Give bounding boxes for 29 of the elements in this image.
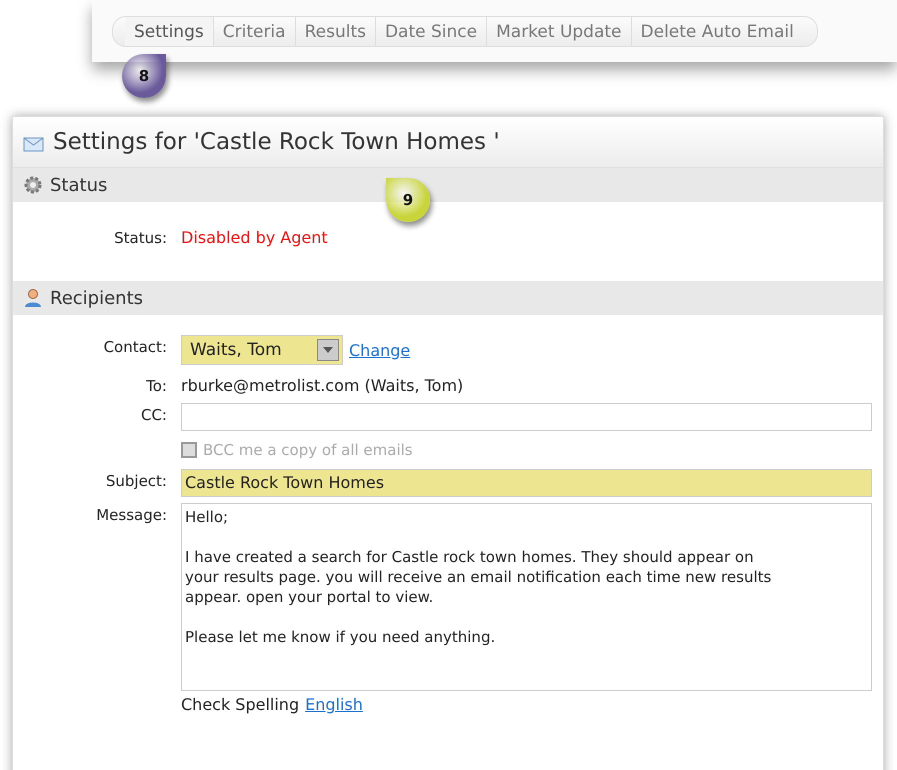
person-icon	[23, 288, 43, 308]
gear-icon	[23, 175, 43, 195]
checkbox-label: BCC me a copy of all emails	[203, 441, 413, 459]
recipient-email: rburke@metrolist.com (Waits, Tom)	[181, 375, 464, 395]
tab[interactable]: Results	[294, 16, 375, 46]
change-link[interactable]: Change	[349, 340, 410, 360]
caret-icon	[323, 347, 333, 353]
tab[interactable]: Criteria	[212, 16, 295, 46]
tab[interactable]: Market Update	[486, 16, 631, 46]
message-field[interactable]: Hello; I have created a search for Castle rock town homes. They should appear on your results page. you will receive an email notification each time new results appear. open your portal to view. Please let me know if you need anything.	[181, 503, 872, 691]
subject-field[interactable]: Castle Rock Town Homes	[181, 469, 872, 497]
tab[interactable]: Settings	[125, 16, 213, 46]
field-label: Contact:	[102, 337, 167, 356]
field-label: CC:	[140, 405, 167, 424]
spelling-label: Check Spelling	[181, 695, 300, 714]
field-label: Message:	[95, 505, 167, 524]
cc-field[interactable]	[181, 403, 872, 431]
tab[interactable]: Delete Auto Email	[630, 16, 803, 46]
field-label: Status:	[113, 228, 167, 247]
status-value: Disabled by Agent	[181, 227, 329, 247]
contact-dropdown[interactable]: Waits, Tom	[181, 335, 343, 365]
tab[interactable]: Date Since	[374, 16, 486, 46]
section-title: Recipients	[50, 288, 144, 308]
page-title: Settings for 'Castle Rock Town Homes '	[53, 129, 500, 155]
field-label: To:	[145, 376, 167, 395]
language-link[interactable]: English	[305, 695, 363, 714]
callout-badge: 8	[122, 54, 166, 98]
field-label: Subject:	[104, 471, 167, 490]
section-title: Status	[50, 174, 108, 196]
